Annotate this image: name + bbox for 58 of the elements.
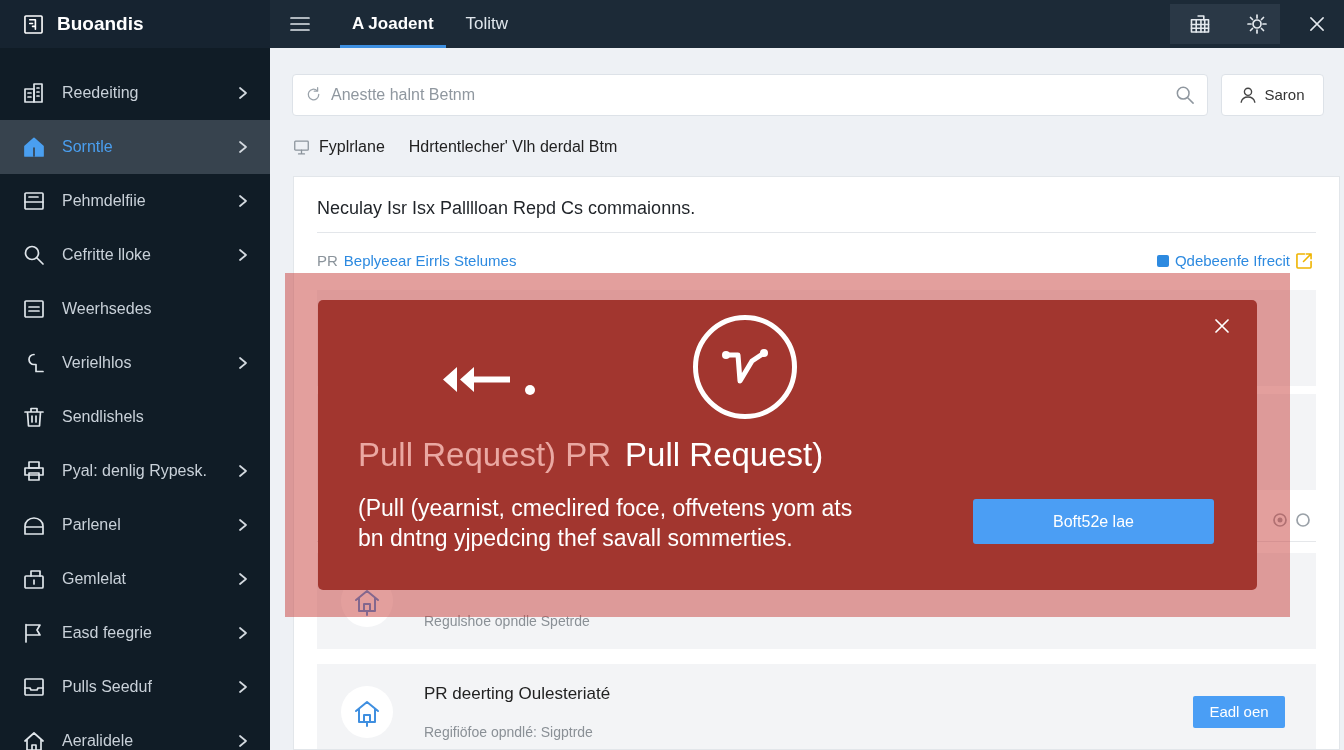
sidebar-item[interactable]: Pyal: denlig Rypesk.: [0, 444, 270, 498]
grid-icon[interactable]: [1190, 15, 1210, 33]
flag-icon: [24, 623, 44, 643]
breadcrumb-item[interactable]: Fyplrlane: [319, 135, 385, 159]
radio-button-icon[interactable]: [1296, 512, 1310, 527]
printer-icon: [24, 461, 44, 481]
building-icon: [24, 83, 44, 103]
house-icon: [24, 137, 44, 157]
entry-subtitle: Regulshoe opndle Spetrde: [424, 612, 590, 631]
app-title: Buoandis: [57, 11, 144, 36]
inbox-icon: [24, 677, 44, 697]
sidebar-item[interactable]: Sorntle: [0, 120, 270, 174]
search-field[interactable]: Anestte halnt Betnm: [292, 74, 1208, 116]
double-arrow-left-icon: [443, 366, 510, 393]
tab[interactable]: Tolitw: [453, 0, 521, 48]
sidebar-item[interactable]: Pehmdelfiie: [0, 174, 270, 228]
sidebar-item[interactable]: Sendlishels: [0, 390, 270, 444]
sidebar-item[interactable]: Cefritte lloke: [0, 228, 270, 282]
menu-icon[interactable]: [290, 16, 310, 32]
panel-heading: Neculay Isr Isx Palllloan Repd Cs commaionns.: [317, 197, 696, 220]
tray-icon: [24, 191, 44, 211]
modal-body-text: (Pull (yearnist, cmeclired foce, offvetens yom ats bn dntng yjpedcing thef savall sommerties.: [358, 494, 854, 553]
dome-box-icon: [24, 515, 44, 535]
breadcrumb-item[interactable]: Hdrtentlecher' Vlh derdal Btm: [408, 135, 618, 159]
tab[interactable]: A Joadent: [340, 0, 446, 48]
sidebar-item[interactable]: Verielhlos: [0, 336, 270, 390]
circled-branch-icon: [693, 315, 797, 419]
close-icon[interactable]: [1310, 17, 1324, 31]
sidebar-item[interactable]: Easd feegrie: [0, 606, 270, 660]
sidebar-item[interactable]: Weerhsedes: [0, 282, 270, 336]
refresh-icon: [306, 87, 321, 102]
house-icon: [341, 686, 393, 738]
search-icon[interactable]: [1176, 86, 1194, 104]
dot-icon: [525, 385, 535, 395]
briefcase-icon: [24, 569, 44, 589]
square-icon: [1156, 255, 1169, 267]
action-link[interactable]: Qdebeenfe Ifrecit: [1174, 249, 1290, 273]
modal-title: Pull Request): [625, 435, 824, 475]
sidebar-item[interactable]: Aeralidele: [0, 714, 270, 750]
sidebar-item[interactable]: Gemlelat: [0, 552, 270, 606]
frame-icon: [24, 14, 43, 34]
entry-title: PR deerting Oulesteriaté: [424, 683, 611, 705]
sidebar-item[interactable]: Parlenel: [0, 498, 270, 552]
house-icon: [24, 731, 44, 750]
sidebar-item[interactable]: Reedeiting: [0, 66, 270, 120]
trash-icon: [24, 407, 44, 427]
search-button[interactable]: Saron: [1221, 74, 1324, 116]
search-icon: [24, 245, 44, 265]
modal-title-prefix: Pull Request) PR: [358, 435, 612, 475]
monitor-icon: [294, 139, 309, 155]
user-icon: [1240, 87, 1257, 103]
radio-button-icon[interactable]: [1273, 512, 1287, 527]
list-icon: [24, 299, 44, 319]
sun-icon[interactable]: [1247, 14, 1267, 34]
filter-label: PR: [317, 250, 338, 271]
filter-link[interactable]: Beplyeear Eirrls Stelumes: [343, 249, 517, 273]
entry-subtitle: Regifiöfoe opndlé: Sigptrde: [424, 723, 594, 742]
sidebar-item[interactable]: Pulls Seeduf: [0, 660, 270, 714]
